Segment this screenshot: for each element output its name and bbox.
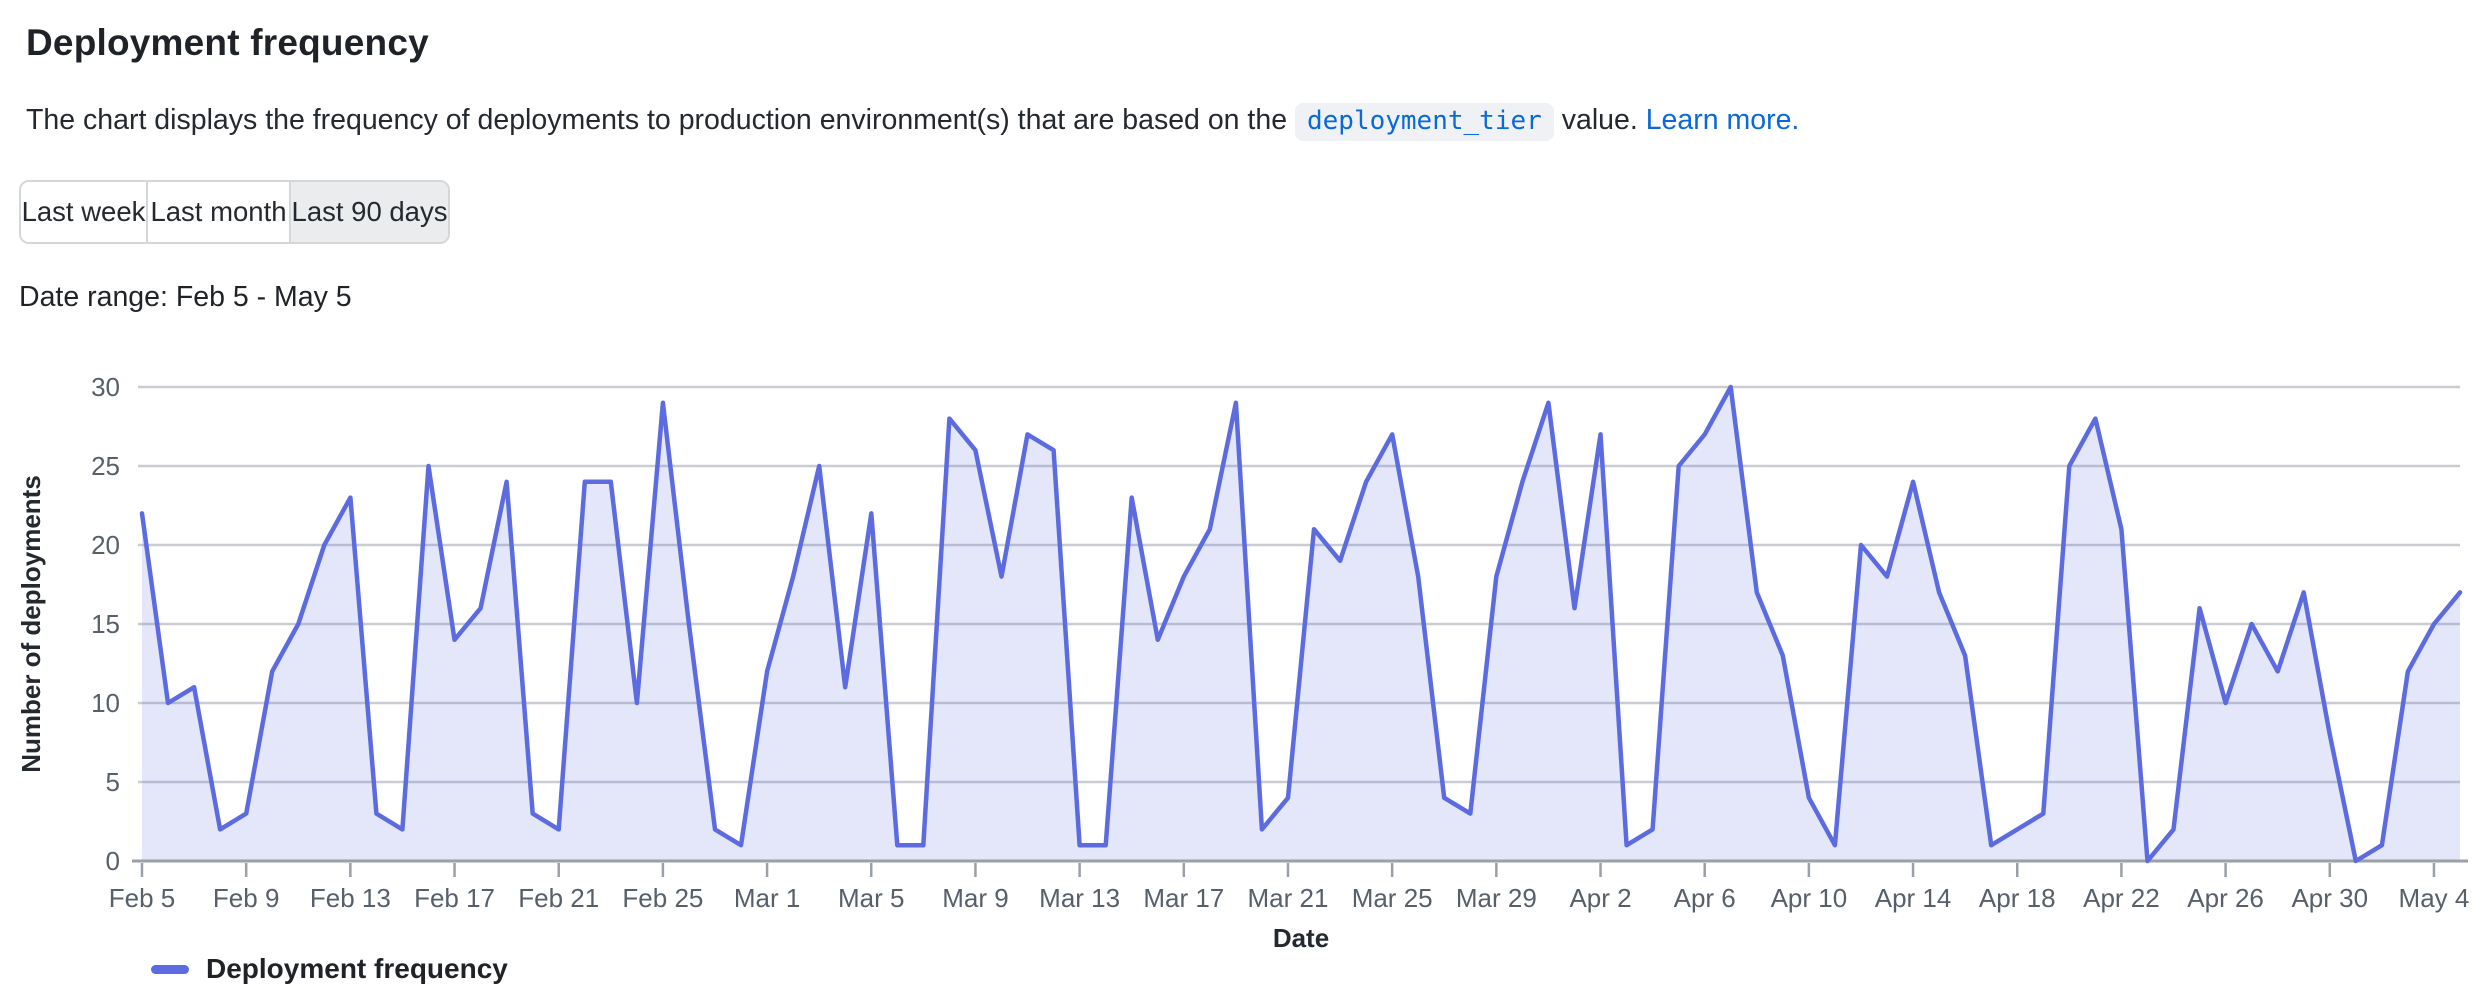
x-tick-label: Mar 25 bbox=[1352, 883, 1433, 913]
x-tick-label: Feb 17 bbox=[414, 883, 495, 913]
x-tick-label: Mar 9 bbox=[942, 883, 1008, 913]
x-tick-label: Apr 18 bbox=[1979, 883, 2056, 913]
y-tick-label: 5 bbox=[106, 767, 120, 797]
legend-line-swatch bbox=[151, 965, 189, 974]
x-tick-label: Apr 14 bbox=[1875, 883, 1952, 913]
y-tick-label: 25 bbox=[91, 451, 120, 481]
date-range-label: Date range: Feb 5 - May 5 bbox=[19, 281, 352, 314]
y-tick-label: 10 bbox=[91, 688, 120, 718]
y-tick-label: 0 bbox=[106, 846, 120, 876]
x-tick-label: Mar 13 bbox=[1039, 883, 1120, 913]
x-tick-label: Apr 26 bbox=[2187, 883, 2264, 913]
deployment-tier-code-chip: deployment_tier bbox=[1295, 103, 1554, 141]
description-text-after: value. bbox=[1554, 104, 1646, 136]
last-week-button[interactable]: Last week bbox=[21, 182, 148, 242]
x-tick-label: Apr 10 bbox=[1771, 883, 1848, 913]
legend-series-label: Deployment frequency bbox=[206, 953, 508, 985]
description-text-before: The chart displays the frequency of depl… bbox=[26, 104, 1295, 136]
x-tick-label: Feb 9 bbox=[213, 883, 280, 913]
x-tick-label: Mar 17 bbox=[1143, 883, 1224, 913]
x-tick-label: Apr 30 bbox=[2291, 883, 2368, 913]
y-tick-label: 30 bbox=[91, 372, 120, 402]
x-tick-label: Mar 21 bbox=[1248, 883, 1329, 913]
chart-legend: Deployment frequency bbox=[151, 953, 508, 985]
time-range-button-group: Last week Last month Last 90 days bbox=[19, 180, 450, 244]
y-tick-label: 15 bbox=[91, 609, 120, 639]
x-tick-label: Mar 5 bbox=[838, 883, 904, 913]
x-tick-label: Feb 5 bbox=[109, 883, 176, 913]
x-tick-label: Feb 21 bbox=[518, 883, 599, 913]
deployment-frequency-chart: Feb 5 Feb 9 Feb 13 Feb 17 Feb 21 Feb 25 Mar 1 M… bbox=[0, 0, 2490, 1005]
last-90-days-button[interactable]: Last 90 days bbox=[291, 182, 448, 242]
x-tick-label: May 4 bbox=[2399, 883, 2470, 913]
x-tick-label: Feb 13 bbox=[310, 883, 391, 913]
x-tick-label: Apr 6 bbox=[1674, 883, 1736, 913]
x-tick-label: Feb 25 bbox=[622, 883, 703, 913]
y-axis-title: Number of deployments bbox=[16, 475, 46, 773]
x-axis-title: Date bbox=[1273, 923, 1329, 953]
chart-description: The chart displays the frequency of depl… bbox=[26, 103, 1799, 141]
y-tick-label: 20 bbox=[91, 530, 120, 560]
page-title: Deployment frequency bbox=[26, 22, 429, 64]
x-tick-label: Mar 29 bbox=[1456, 883, 1537, 913]
last-month-button[interactable]: Last month bbox=[148, 182, 291, 242]
x-tick-label: Apr 2 bbox=[1569, 883, 1631, 913]
x-tick-label: Mar 1 bbox=[734, 883, 800, 913]
learn-more-link[interactable]: Learn more. bbox=[1646, 104, 1800, 136]
x-tick-label: Apr 22 bbox=[2083, 883, 2160, 913]
